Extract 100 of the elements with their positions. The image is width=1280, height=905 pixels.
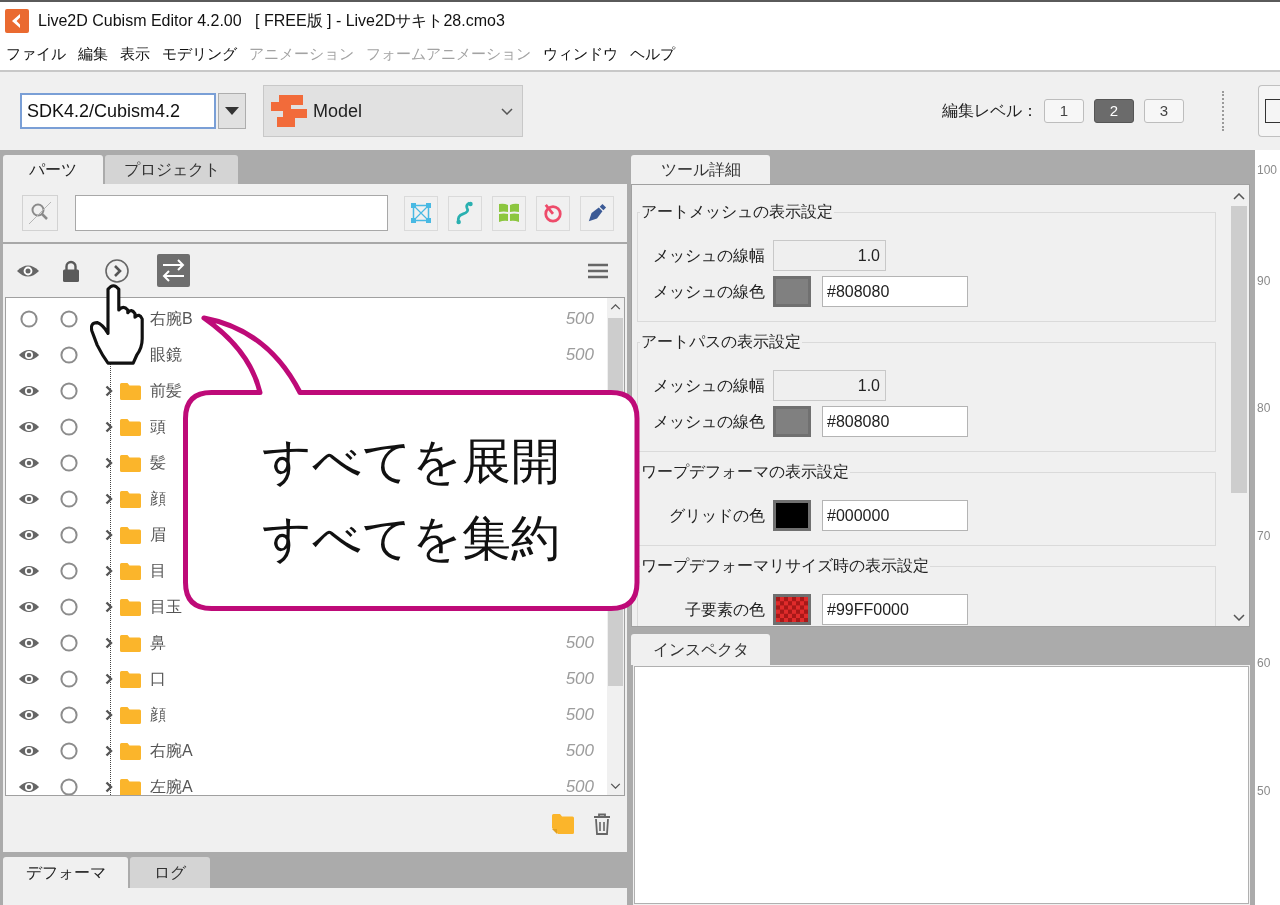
chevron-down-icon[interactable] xyxy=(501,107,513,115)
color-swatch[interactable] xyxy=(773,276,811,307)
part-name[interactable]: 頭 xyxy=(150,417,166,437)
group-title: ワープデフォーマリサイズ時の表示設定 xyxy=(641,557,929,574)
part-name[interactable]: 右腕B xyxy=(150,309,193,329)
chevron-circle-icon[interactable] xyxy=(105,258,129,283)
eye-icon[interactable] xyxy=(18,529,40,541)
part-name[interactable]: 目 xyxy=(150,561,166,581)
eye-icon[interactable] xyxy=(16,263,40,278)
chevron-right-icon[interactable] xyxy=(105,709,113,721)
chevron-down-icon[interactable] xyxy=(610,783,621,789)
sdk-version-field[interactable]: SDK4.2/Cubism4.2 xyxy=(20,93,216,129)
circle-icon[interactable] xyxy=(60,346,78,364)
chevron-right-icon[interactable] xyxy=(105,529,113,541)
circle-icon[interactable] xyxy=(60,670,78,688)
chevron-right-icon[interactable] xyxy=(105,565,113,577)
part-name[interactable]: 右腕A xyxy=(150,741,193,761)
eye-icon[interactable] xyxy=(18,781,40,793)
eye-icon[interactable] xyxy=(18,457,40,469)
chevron-right-icon[interactable] xyxy=(105,601,113,613)
tab[interactable]: デフォーマ xyxy=(3,857,128,888)
tab[interactable]: ツール詳細 xyxy=(631,155,770,184)
search-toggle-button[interactable] xyxy=(22,195,58,231)
chevron-right-icon[interactable] xyxy=(105,421,113,433)
color-code-field[interactable]: #99FF0000 xyxy=(822,594,968,625)
chevron-right-icon[interactable] xyxy=(105,385,113,397)
mode-dropdown[interactable]: Model xyxy=(263,85,523,137)
part-name[interactable]: 眼鏡 xyxy=(150,345,182,365)
dropdown-button[interactable] xyxy=(218,93,246,129)
toolbar-button[interactable] xyxy=(1258,85,1280,137)
circle-icon[interactable] xyxy=(60,562,78,580)
chevron-right-icon[interactable] xyxy=(105,673,113,685)
eye-icon[interactable] xyxy=(18,637,40,649)
tab[interactable]: プロジェクト xyxy=(105,155,238,184)
tab[interactable]: ログ xyxy=(130,857,210,888)
lock-icon[interactable] xyxy=(63,259,79,282)
part-name[interactable]: 鼻 xyxy=(150,633,166,653)
circle-icon[interactable] xyxy=(60,418,78,436)
part-name[interactable]: 顔 xyxy=(150,705,166,725)
chevron-up-icon[interactable] xyxy=(610,304,621,310)
color-swatch[interactable] xyxy=(773,500,811,531)
chevron-right-icon[interactable] xyxy=(105,457,113,469)
menu-item[interactable]: 編集 xyxy=(78,44,108,66)
circle-icon[interactable] xyxy=(60,454,78,472)
menu-item[interactable]: ウィンドウ xyxy=(543,44,618,66)
chevron-right-icon[interactable] xyxy=(105,637,113,649)
color-code-field[interactable]: #000000 xyxy=(822,500,968,531)
color-swatch[interactable] xyxy=(773,406,811,437)
tool-button[interactable] xyxy=(580,195,614,231)
eye-icon[interactable] xyxy=(18,421,40,433)
eye-icon[interactable] xyxy=(18,601,40,613)
part-name[interactable]: 髪 xyxy=(150,453,166,473)
circle-icon[interactable] xyxy=(60,382,78,400)
tool-button[interactable] xyxy=(536,195,570,231)
chevron-down-icon[interactable] xyxy=(1233,614,1245,621)
part-name[interactable]: 前髪 xyxy=(150,381,182,401)
number-field[interactable]: 1.0 xyxy=(773,370,886,401)
chevron-up-icon[interactable] xyxy=(1233,193,1245,200)
part-name[interactable]: 眉 xyxy=(150,525,166,545)
eye-icon[interactable] xyxy=(18,385,40,397)
part-name[interactable]: 目玉 xyxy=(150,597,182,617)
level-button[interactable]: 3 xyxy=(1144,99,1184,123)
circle-icon[interactable] xyxy=(60,706,78,724)
eye-icon[interactable] xyxy=(18,673,40,685)
level-button[interactable]: 1 xyxy=(1044,99,1084,123)
eye-icon[interactable] xyxy=(18,493,40,505)
circle-icon[interactable] xyxy=(20,310,38,328)
circle-icon[interactable] xyxy=(60,634,78,652)
tab[interactable]: インスペクタ xyxy=(631,634,770,665)
circle-icon[interactable] xyxy=(60,310,78,328)
menu-icon[interactable] xyxy=(588,262,608,279)
chevron-right-icon[interactable] xyxy=(105,493,113,505)
color-swatch[interactable] xyxy=(773,594,811,625)
menu-item[interactable]: ファイル xyxy=(6,44,66,66)
menu-item[interactable]: 表示 xyxy=(120,44,150,66)
part-name[interactable]: 顔 xyxy=(150,489,166,509)
magnifier-icon xyxy=(28,201,52,225)
menu-item[interactable]: ヘルプ xyxy=(630,44,675,66)
color-code-field[interactable]: #808080 xyxy=(822,276,968,307)
circle-icon[interactable] xyxy=(60,742,78,760)
part-name[interactable]: 左腕A xyxy=(150,777,193,795)
chevron-right-icon[interactable] xyxy=(105,781,113,793)
scrollbar-thumb[interactable] xyxy=(1231,206,1247,493)
circle-icon[interactable] xyxy=(60,598,78,616)
color-code-field[interactable]: #808080 xyxy=(822,406,968,437)
eye-icon[interactable] xyxy=(18,745,40,757)
tab[interactable]: パーツ xyxy=(3,155,103,184)
number-field[interactable]: 1.0 xyxy=(773,240,886,271)
search-field[interactable] xyxy=(75,195,388,231)
eye-icon[interactable] xyxy=(18,565,40,577)
menu-item[interactable]: モデリング xyxy=(162,44,237,66)
chevron-right-icon[interactable] xyxy=(105,745,113,757)
trash-icon[interactable] xyxy=(593,813,611,835)
eye-icon[interactable] xyxy=(18,349,40,361)
circle-icon[interactable] xyxy=(60,526,78,544)
circle-icon[interactable] xyxy=(60,490,78,508)
level-button[interactable]: 2 xyxy=(1094,99,1134,123)
part-name[interactable]: 口 xyxy=(150,669,166,689)
swap-arrows-icon[interactable] xyxy=(157,254,190,287)
eye-icon[interactable] xyxy=(18,709,40,721)
